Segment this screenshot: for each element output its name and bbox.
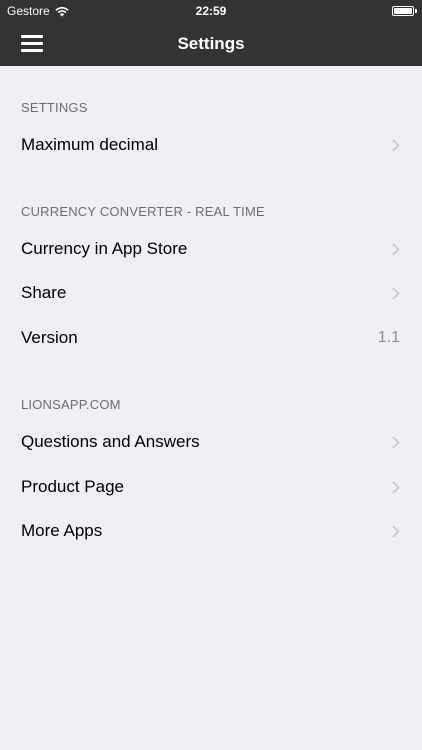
chevron-right-icon: [392, 480, 400, 494]
page-title: Settings: [177, 34, 245, 53]
row-label: Product Page: [21, 477, 125, 496]
row-product-page[interactable]: Product Page: [0, 465, 422, 509]
row-label: More Apps: [21, 521, 103, 540]
row-label: Share: [21, 283, 67, 302]
row-label: Currency in App Store: [21, 239, 188, 258]
row-share[interactable]: Share: [0, 271, 422, 315]
row-questions-and-answers[interactable]: Questions and Answers: [0, 420, 422, 464]
row-version: Version 1.1: [0, 316, 422, 360]
row-label: Maximum decimal: [21, 135, 158, 154]
status-bar: Gestore 22:59: [0, 0, 422, 22]
row-label: Version: [21, 328, 78, 347]
section-header-settings: SETTINGS: [21, 100, 88, 115]
section-header-currency-converter: CURRENCY CONVERTER - REAL TIME: [21, 204, 265, 219]
row-more-apps[interactable]: More Apps: [0, 509, 422, 553]
chevron-right-icon: [392, 524, 400, 538]
chevron-right-icon: [392, 435, 400, 449]
chevron-right-icon: [392, 242, 400, 256]
chevron-right-icon: [392, 138, 400, 152]
version-value: 1.1: [377, 329, 400, 346]
battery-icon: [392, 6, 417, 16]
row-label: Questions and Answers: [21, 432, 200, 451]
row-currency-in-app-store[interactable]: Currency in App Store: [0, 227, 422, 271]
chevron-right-icon: [392, 286, 400, 300]
section-header-lionsapp: LIONSAPP.COM: [21, 397, 121, 412]
navigation-bar: Settings: [0, 22, 422, 66]
status-time: 22:59: [195, 4, 227, 18]
row-maximum-decimal[interactable]: Maximum decimal: [0, 123, 422, 167]
